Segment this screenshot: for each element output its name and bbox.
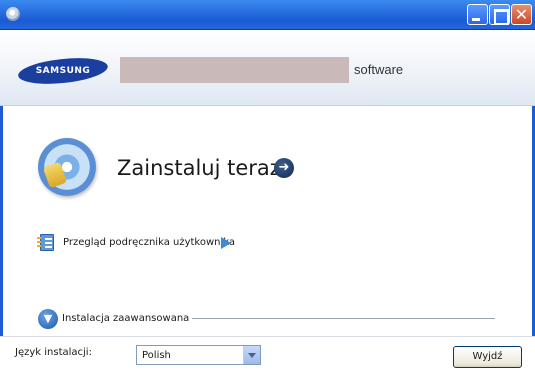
chevron-down-icon[interactable] [243, 346, 260, 364]
close-button[interactable]: ✕ [511, 4, 532, 25]
language-select[interactable]: Polish [136, 345, 261, 365]
language-label: Język instalacji: [15, 347, 92, 358]
exit-button[interactable]: Wyjdź [453, 346, 522, 368]
minimize-button[interactable] [467, 4, 488, 25]
install-disc-icon[interactable] [38, 138, 96, 196]
expand-down-circle-icon[interactable]: ▼ [38, 309, 58, 329]
samsung-logo-text: SAMSUNG [35, 66, 91, 76]
install-now-link[interactable]: Zainstaluj teraz [117, 155, 281, 181]
title-bar[interactable]: ✕ [0, 0, 535, 30]
maximize-button[interactable] [489, 4, 510, 25]
product-suffix: software [354, 62, 404, 77]
advanced-install-link[interactable]: Instalacja zaawansowana [62, 312, 193, 325]
arrow-right-circle-icon[interactable]: ➜ [274, 158, 294, 178]
user-guide-book-icon [37, 234, 54, 251]
user-guide-link[interactable]: Przegląd podręcznika użytkownika [63, 236, 235, 249]
app-icon [6, 7, 20, 21]
play-triangle-icon[interactable] [221, 237, 231, 249]
samsung-logo: SAMSUNG [16, 54, 110, 88]
product-name-redacted [120, 57, 349, 83]
header-banner: SAMSUNG software [0, 30, 535, 106]
language-selected-value: Polish [142, 350, 171, 361]
close-icon: ✕ [514, 5, 529, 24]
